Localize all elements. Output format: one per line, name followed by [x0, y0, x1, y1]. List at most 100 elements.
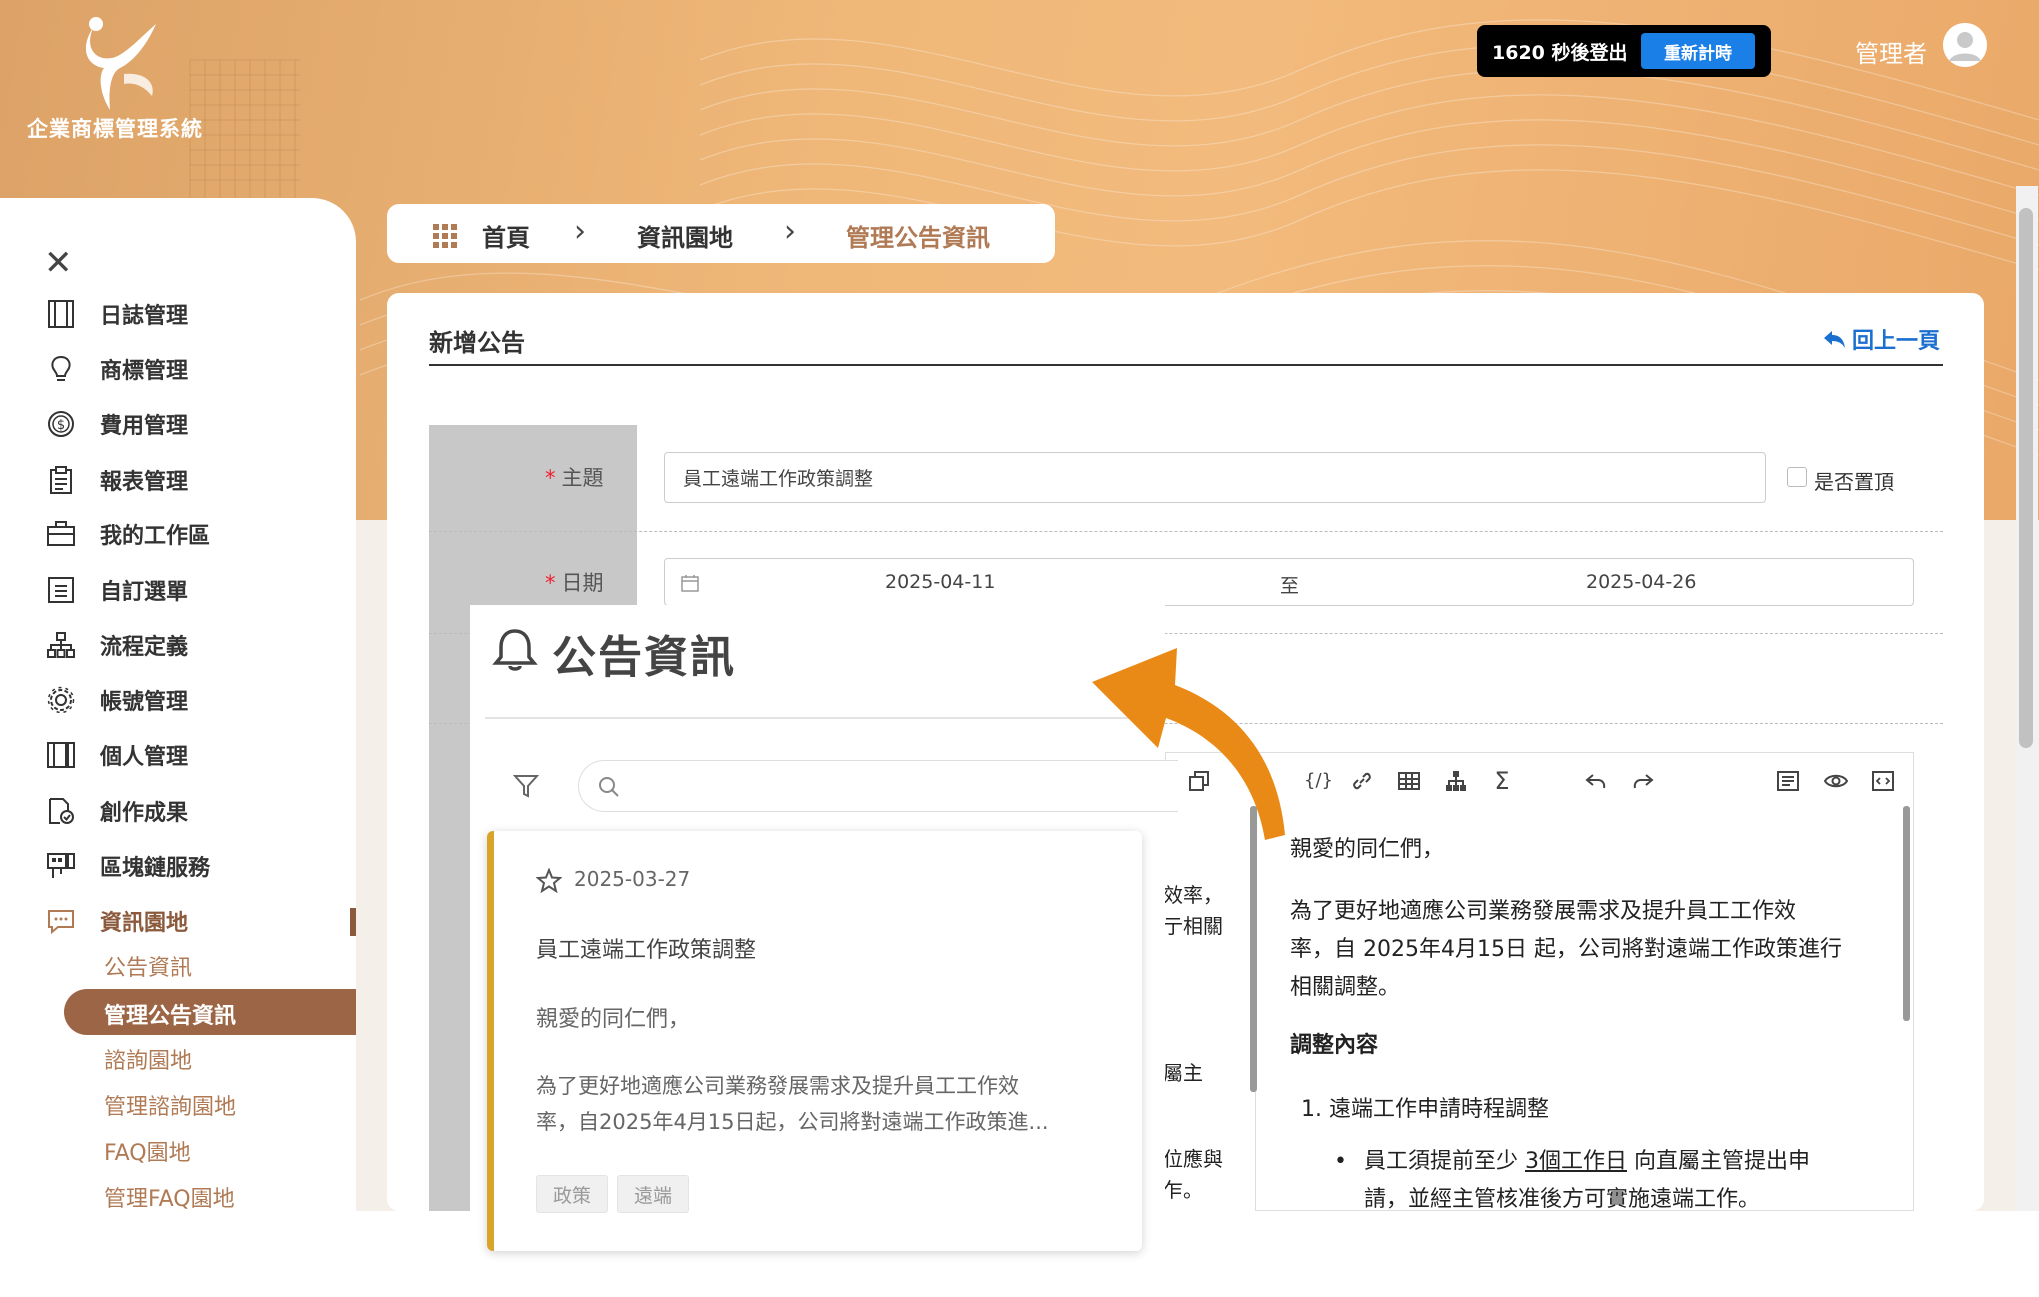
- sub-item-consultation[interactable]: 諮詢園地: [104, 1043, 192, 1075]
- date-separator: 至: [1280, 575, 1300, 597]
- row-divider: [429, 531, 1943, 532]
- editor-heading: 調整內容: [1290, 1033, 1379, 1058]
- sidebar-item-personal[interactable]: 個人管理: [44, 735, 188, 775]
- clipped-text: 效率，: [1163, 883, 1223, 907]
- card-title: 員工遠端工作政策調整: [536, 938, 757, 963]
- source-code-icon[interactable]: [1871, 769, 1895, 793]
- date-label: * 日期: [545, 571, 604, 595]
- tag-remote[interactable]: 遠端: [617, 1175, 690, 1213]
- breadcrumb-current: 管理公告資訊: [846, 224, 990, 252]
- journal-icon: [44, 297, 78, 331]
- sidebar-item-info-center[interactable]: 資訊園地: [44, 901, 188, 941]
- date-range-input[interactable]: 2025-04-11 至 2025-04-26: [664, 558, 1914, 606]
- sub-item-announcements[interactable]: 公告資訊: [104, 950, 192, 982]
- calendar-icon: [681, 575, 699, 592]
- sitemap-icon[interactable]: [1444, 769, 1468, 793]
- filter-icon[interactable]: [513, 773, 539, 799]
- avatar[interactable]: [1943, 23, 1987, 67]
- sub-item-manage-consultation[interactable]: 管理諮詢園地: [104, 1089, 236, 1121]
- sidebar-item-accounts[interactable]: 帳號管理: [44, 680, 188, 720]
- pin-checkbox[interactable]: [1787, 467, 1807, 487]
- sidebar-item-blockchain[interactable]: 區塊鏈服務: [44, 846, 210, 886]
- editor-list-item: 1. 遠端工作申請時程調整: [1301, 1097, 1549, 1122]
- card-greeting: 親愛的同仁們，: [536, 1007, 691, 1032]
- sub-item-manage-faq[interactable]: 管理FAQ園地: [104, 1181, 235, 1211]
- subject-input[interactable]: 員工遠端工作政策調整: [664, 452, 1766, 503]
- creation-icon: [44, 794, 78, 828]
- reply-icon: [1823, 331, 1845, 348]
- book-icon: [44, 738, 78, 772]
- link-icon[interactable]: [1350, 769, 1374, 793]
- list-icon: [44, 573, 78, 607]
- gear-icon: [44, 683, 78, 717]
- countdown-text: 1620 秒後登出: [1492, 41, 1628, 64]
- curved-arrow-icon: [1092, 648, 1285, 840]
- sidebar-item-reports[interactable]: 報表管理: [44, 460, 188, 500]
- popup-divider: [485, 717, 1165, 719]
- editor-bullet: •: [1334, 1149, 1347, 1174]
- title-divider: [429, 364, 1943, 366]
- sub-item-manage-announcements[interactable]: 管理公告資訊: [64, 989, 356, 1035]
- sidebar-item-creations[interactable]: 創作成果: [44, 791, 188, 831]
- sidebar-item-custom-menu[interactable]: 自訂選單: [44, 570, 188, 610]
- clipped-text: 乍。: [1163, 1178, 1203, 1202]
- briefcase-icon: [44, 517, 78, 551]
- chevron-right-icon: ›: [574, 214, 586, 249]
- lightbulb-icon: [44, 352, 78, 386]
- sidebar-item-flow[interactable]: 流程定義: [44, 625, 188, 665]
- sigma-icon[interactable]: Σ: [1490, 769, 1514, 793]
- bell-icon: [492, 629, 538, 671]
- search-icon: [599, 777, 619, 797]
- date-start: 2025-04-11: [885, 571, 996, 593]
- editor-para-line2: 率，自 2025年4月15日 起，公司將對遠端工作政策進行: [1290, 937, 1842, 962]
- editor-para-line1: 為了更好地適應公司業務發展需求及提升員工工作效: [1290, 899, 1797, 924]
- breadcrumb-home[interactable]: 首頁: [482, 218, 530, 253]
- logo-icon: [85, 17, 156, 110]
- editor-scrollbar[interactable]: [1903, 806, 1910, 1021]
- clipboard-icon: [44, 463, 78, 497]
- grid-icon: [433, 224, 457, 248]
- template-icon[interactable]: [1776, 769, 1800, 793]
- table-icon[interactable]: [1397, 769, 1421, 793]
- close-sidebar-icon[interactable]: ✕: [44, 243, 73, 283]
- sidebar-item-trademark[interactable]: 商標管理: [44, 349, 188, 389]
- preview-eye-icon[interactable]: [1824, 769, 1848, 793]
- scrollbar-thumb[interactable]: [2019, 208, 2033, 748]
- blockchain-icon: [44, 849, 78, 883]
- clipped-text: 亍相關: [1163, 914, 1223, 938]
- back-button[interactable]: 回上一頁: [1822, 323, 1940, 355]
- dollar-icon: $: [44, 407, 78, 441]
- star-icon[interactable]: [536, 868, 562, 894]
- flow-icon: [44, 628, 78, 662]
- chevron-right-icon: ›: [784, 214, 796, 249]
- sidebar-item-journal[interactable]: 日誌管理: [44, 294, 188, 334]
- breadcrumb-section[interactable]: 資訊園地: [637, 218, 733, 253]
- user-name[interactable]: 管理者: [1855, 34, 1927, 69]
- editor-para-line3: 相關調整。: [1290, 975, 1401, 1000]
- panel-title: 新增公告: [429, 329, 525, 357]
- editor-bullet-line2: 請，並經主管核准後方可實施遠端工作。: [1364, 1187, 1761, 1211]
- clipped-text: 位應與: [1163, 1147, 1223, 1171]
- date-end: 2025-04-26: [1586, 571, 1697, 593]
- sub-item-faq[interactable]: FAQ園地: [104, 1135, 191, 1167]
- highlight-link: 3個工作日: [1525, 1149, 1627, 1174]
- card-body: 為了更好地適應公司業務發展需求及提升員工工作效 率，自2025年4月15日起，公…: [536, 1074, 1049, 1134]
- page-scrollbar[interactable]: [2016, 186, 2038, 1211]
- subject-label: * 主題: [545, 466, 604, 490]
- rich-text-editor[interactable]: 親愛的同仁們， 為了更好地適應公司業務發展需求及提升員工工作效 率，自 2025…: [1255, 806, 1914, 1211]
- message-icon: [44, 904, 78, 938]
- redo-icon[interactable]: [1631, 769, 1655, 793]
- svg-text:$: $: [57, 418, 65, 433]
- card-date: 2025-03-27: [574, 867, 691, 891]
- announcement-card[interactable]: 2025-03-27 員工遠端工作政策調整 親愛的同仁們， 為了更好地適應公司業…: [487, 831, 1142, 1251]
- sidebar-item-workspace[interactable]: 我的工作區: [44, 514, 210, 554]
- popup-title: 公告資訊: [552, 632, 736, 683]
- user-avatar-icon: [1943, 23, 1987, 67]
- active-indicator: [350, 908, 356, 936]
- clipped-text: 屬主: [1163, 1061, 1203, 1085]
- reset-timer-button[interactable]: 重新計時: [1641, 33, 1755, 69]
- tag-policy[interactable]: 政策: [536, 1175, 609, 1213]
- breadcrumb: 首頁 › 資訊園地 › 管理公告資訊: [387, 204, 1055, 263]
- undo-icon[interactable]: [1584, 769, 1608, 793]
- sidebar-item-fees[interactable]: $ 費用管理: [44, 404, 188, 444]
